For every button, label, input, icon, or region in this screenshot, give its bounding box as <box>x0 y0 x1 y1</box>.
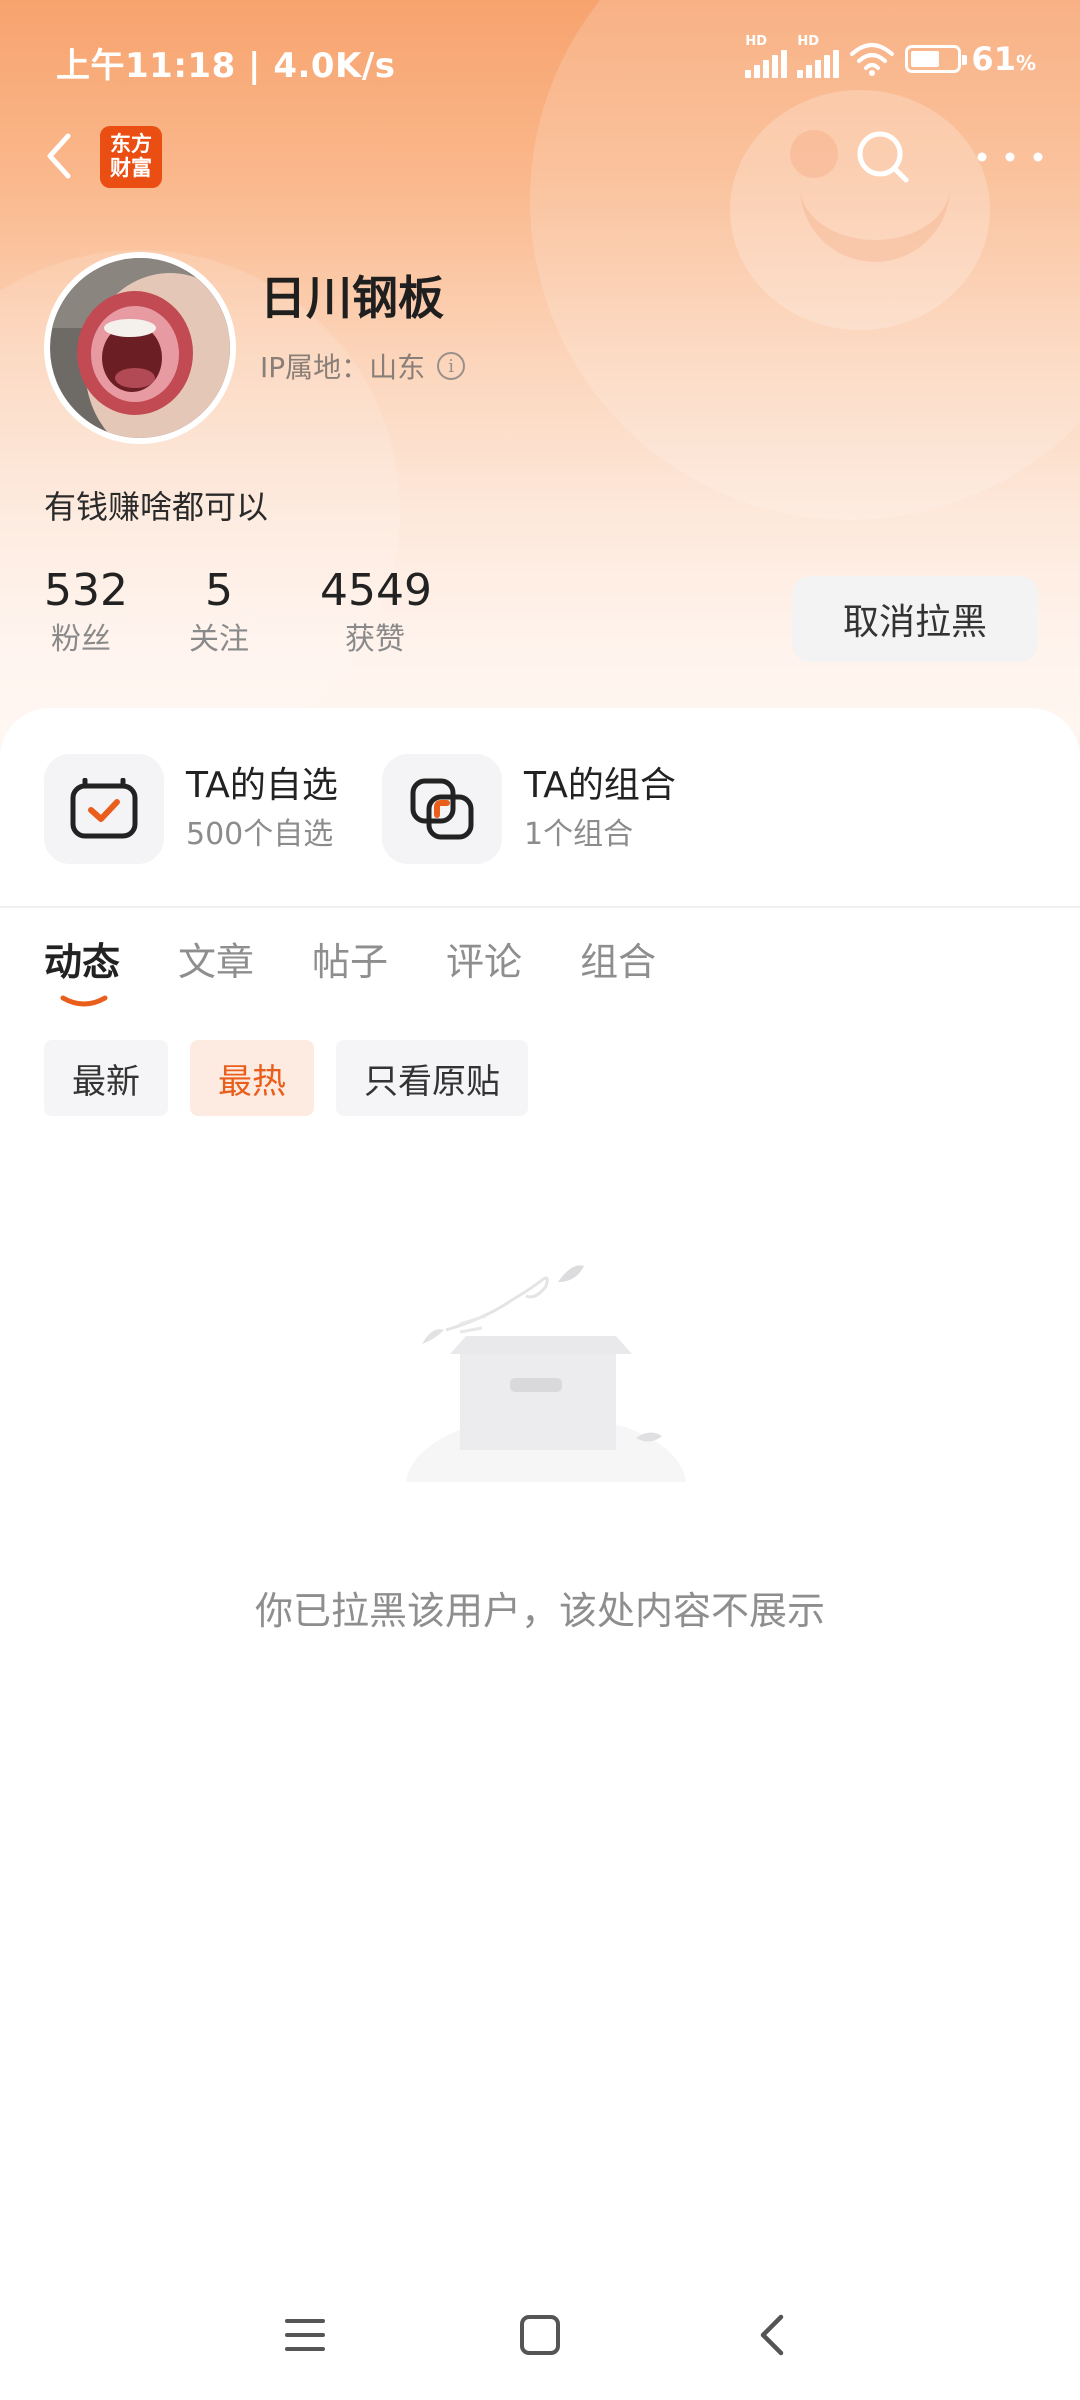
portfolio-icon <box>382 754 502 864</box>
tab-articles[interactable]: 文章 <box>178 930 254 994</box>
battery-icon <box>905 45 968 73</box>
empty-state-message: 你已拉黑该用户，该处内容不展示 <box>254 1589 825 1633</box>
battery-percent: 61% <box>971 40 1036 78</box>
status-time: 上午11:18 | 4.0K/s <box>56 46 396 86</box>
filter-latest[interactable]: 最新 <box>44 1040 168 1116</box>
watchlist-count: 500个自选 <box>186 817 334 852</box>
menu-nav-button[interactable] <box>270 2300 340 2370</box>
watchlist-icon <box>44 754 164 864</box>
stat-following[interactable]: 5 关注 <box>182 562 256 660</box>
tab-portfolios[interactable]: 组合 <box>580 930 656 994</box>
filter-original-only[interactable]: 只看原贴 <box>336 1040 528 1116</box>
portfolio-title: TA的组合 <box>524 765 676 806</box>
watchlist-title: TA的自选 <box>186 765 338 806</box>
menu-icon <box>285 2319 325 2351</box>
wifi-icon <box>850 43 895 76</box>
status-icons: HD HD 61% <box>745 34 1036 78</box>
watchlist-entry[interactable]: TA的自选 500个自选 <box>44 754 338 864</box>
system-navigation-bar <box>0 2290 1080 2380</box>
more-options-icon[interactable] <box>970 124 1050 190</box>
cell-signal-icon: HD <box>797 34 840 78</box>
cell-signal-icon: HD <box>745 34 788 78</box>
tab-posts[interactable]: 帖子 <box>312 930 388 994</box>
status-bar: 上午11:18 | 4.0K/s HD HD 61% <box>0 0 1080 120</box>
home-square-icon <box>520 2315 560 2355</box>
avatar-image <box>50 258 230 438</box>
portfolio-entry[interactable]: TA的组合 1个组合 <box>382 754 676 864</box>
empty-box-illustration <box>336 1265 756 1500</box>
section-divider <box>0 906 1080 908</box>
back-button[interactable] <box>38 126 88 186</box>
hd-label: HD <box>797 34 820 49</box>
stat-followers[interactable]: 532 粉丝 <box>44 562 128 660</box>
profile-stats: 532 粉丝 5 关注 4549 获赞 <box>44 562 432 660</box>
search-icon[interactable] <box>850 124 916 190</box>
filter-chips: 最新 最热 只看原贴 <box>44 1040 528 1116</box>
portfolio-count: 1个组合 <box>524 817 634 852</box>
user-name: 日川钢板 <box>260 271 444 325</box>
avatar[interactable] <box>44 252 236 444</box>
unblock-button[interactable]: 取消拉黑 <box>792 576 1038 662</box>
info-icon[interactable]: i <box>437 352 466 380</box>
user-bio: 有钱赚啥都可以 <box>44 488 269 526</box>
back-arrow-icon <box>760 2314 784 2356</box>
content-tabs: 动态 文章 帖子 评论 组合 <box>44 930 714 1007</box>
active-tab-indicator <box>60 995 108 1007</box>
ip-location: IP属地：山东 i <box>260 346 466 386</box>
hd-label: HD <box>745 34 768 49</box>
tab-comments[interactable]: 评论 <box>446 930 522 994</box>
back-nav-button[interactable] <box>738 2300 808 2370</box>
tab-dynamics[interactable]: 动态 <box>44 930 120 1007</box>
filter-hottest[interactable]: 最热 <box>190 1040 314 1116</box>
home-nav-button[interactable] <box>505 2300 575 2370</box>
stat-likes[interactable]: 4549 获赞 <box>320 562 432 660</box>
app-logo: 东方 财富 <box>100 126 162 188</box>
